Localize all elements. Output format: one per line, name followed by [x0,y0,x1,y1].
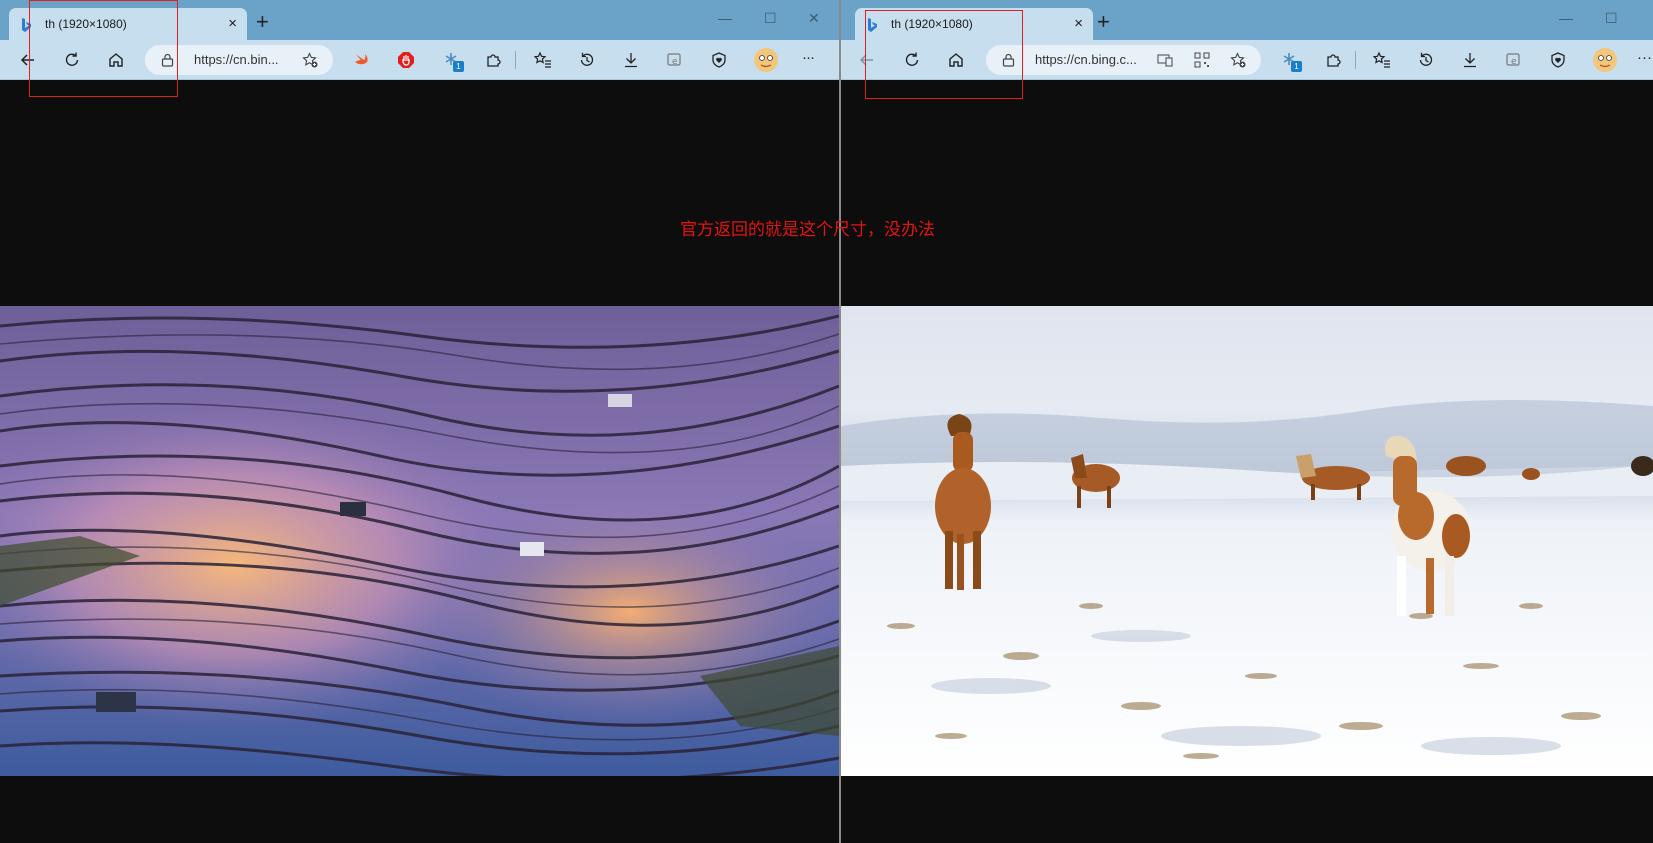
shield-heart-icon [712,52,726,68]
back-arrow-icon [859,54,873,66]
address-bar[interactable]: https://cn.bing.c... [986,45,1261,75]
history-icon [580,52,594,66]
favorites-list-icon [1373,51,1390,68]
extensions-button[interactable] [482,48,506,72]
history-icon [1419,52,1433,66]
ie-mode-icon: e [1506,53,1520,67]
back-arrow-icon [20,54,34,66]
toolbar: https://cn.bing.c... 1 e ··· [841,40,1653,80]
ie-mode-button[interactable]: e [1502,48,1526,72]
adblock-hand-icon [398,52,414,68]
svg-text:e: e [1511,57,1517,67]
new-tab-button[interactable]: + [1097,11,1110,33]
downloads-button[interactable] [1458,48,1482,72]
download-icon [625,53,637,68]
shield-heart-icon [1551,52,1565,68]
more-menu-button[interactable]: ··· [1637,49,1652,66]
back-button[interactable] [16,48,40,72]
extension-badge-button[interactable]: 1 [440,48,464,72]
home-button[interactable] [944,48,968,72]
add-favorite-icon[interactable] [302,52,319,69]
history-button[interactable] [575,48,599,72]
more-menu-button[interactable]: ··· [802,49,815,66]
browser-window-right: th (1920×1080) × + — ☐ https://cn.bing.c… [841,0,1653,843]
tab-active[interactable]: th (1920×1080) × [855,8,1093,40]
extension-swift-button[interactable] [350,48,374,72]
extension-count-badge: 1 [1291,61,1302,72]
browser-essentials-button[interactable] [1546,48,1570,72]
puzzle-icon [487,54,501,67]
lock-icon [1002,53,1015,67]
back-button[interactable] [855,48,879,72]
refresh-icon [905,52,919,66]
close-window-button[interactable]: ✕ [808,10,820,27]
home-icon [949,53,963,67]
bing-favicon-icon [868,18,877,32]
extensions-button[interactable] [1322,48,1346,72]
home-button[interactable] [104,48,128,72]
rice-terraces-illustration [0,306,839,776]
minimize-button[interactable]: — [1559,10,1573,26]
tab-title: th (1920×1080) [891,17,973,31]
extension-badge-button[interactable]: 1 [1278,48,1302,72]
qr-code-icon[interactable] [1194,52,1210,68]
ie-mode-button[interactable]: e [663,48,687,72]
new-tab-button[interactable]: + [256,11,269,33]
rice-terraces-image [0,306,839,776]
address-bar[interactable]: https://cn.bin... [145,45,333,75]
horses-snow-illustration [841,306,1653,776]
tab-close-icon[interactable]: × [1074,15,1083,33]
home-icon [109,53,123,67]
horses-snow-image [841,306,1653,776]
app-available-icon[interactable] [1157,53,1173,67]
profile-button[interactable] [752,46,780,74]
bing-favicon-icon [22,18,31,32]
tab-close-icon[interactable]: × [228,15,237,33]
url-text: https://cn.bin... [194,52,279,67]
tab-title: th (1920×1080) [45,17,127,31]
favorites-list-icon [534,51,551,68]
avatar [754,48,778,72]
maximize-button[interactable]: ☐ [764,10,777,27]
url-text: https://cn.bing.c... [1035,52,1137,67]
tab-active[interactable]: th (1920×1080) × [9,8,247,40]
tab-bar: th (1920×1080) × + — ☐ [841,0,1653,40]
favorites-button[interactable] [1370,48,1394,72]
svg-text:e: e [672,57,678,67]
browser-essentials-button[interactable] [707,48,731,72]
puzzle-icon [1327,54,1341,67]
add-favorite-icon[interactable] [1230,52,1247,69]
refresh-icon [65,52,79,66]
refresh-button[interactable] [900,48,924,72]
toolbar-separator [1355,51,1356,69]
swift-extension-icon [355,54,368,65]
download-icon [1464,53,1476,68]
ie-mode-icon: e [667,53,681,67]
extension-count-badge: 1 [453,61,464,72]
annotation-text: 官方返回的就是这个尺寸，没办法 [680,220,935,240]
browser-window-left: th (1920×1080) × + — ☐ ✕ https://cn.bin.… [0,0,839,843]
lock-icon [161,53,174,67]
downloads-button[interactable] [619,48,643,72]
refresh-button[interactable] [60,48,84,72]
avatar [1593,48,1617,72]
toolbar: https://cn.bin... 1 e ··· [0,40,839,80]
extension-adblock-button[interactable] [394,48,418,72]
favorites-button[interactable] [531,48,555,72]
profile-button[interactable] [1591,46,1619,74]
maximize-button[interactable]: ☐ [1605,10,1618,27]
toolbar-separator [515,51,516,69]
tab-bar: th (1920×1080) × + — ☐ ✕ [0,0,839,40]
minimize-button[interactable]: — [718,10,732,26]
history-button[interactable] [1414,48,1438,72]
